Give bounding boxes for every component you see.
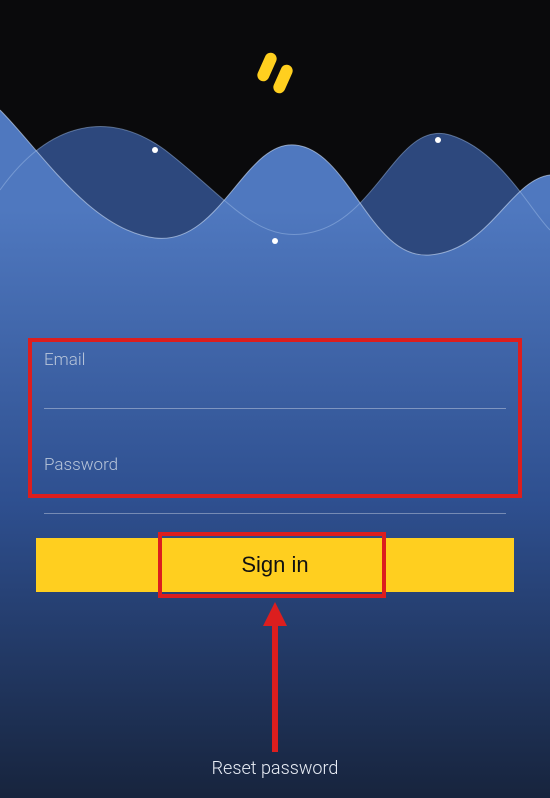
reset-password-label: Reset password — [212, 758, 339, 779]
reset-password-link[interactable]: Reset password — [0, 758, 550, 779]
password-label: Password — [44, 455, 506, 475]
email-field-group: Email — [44, 350, 506, 409]
login-form: Email Password — [30, 340, 520, 528]
signin-button-label: Sign in — [241, 552, 308, 578]
signin-button[interactable]: Sign in — [36, 538, 514, 592]
app-logo-icon — [253, 48, 297, 102]
email-label: Email — [44, 350, 506, 370]
password-field[interactable] — [44, 485, 506, 514]
email-field[interactable] — [44, 380, 506, 409]
password-field-group: Password — [44, 455, 506, 514]
